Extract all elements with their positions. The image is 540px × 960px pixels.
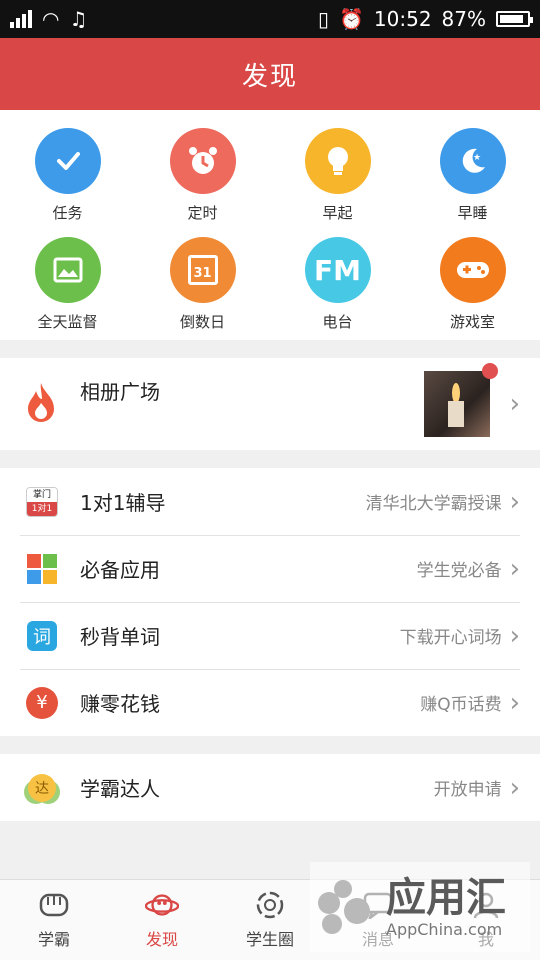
- list-item-apps[interactable]: 必备应用 学生党必备 ›: [0, 535, 540, 602]
- grid-item-timer[interactable]: 定时: [135, 128, 270, 223]
- calendar-day: 31: [187, 255, 218, 285]
- zhangmen-bottom: 1对1: [27, 501, 57, 516]
- image-icon: [34, 237, 101, 303]
- chevron-right-icon: ›: [509, 620, 520, 651]
- album-square-row[interactable]: 相册广场 ›: [0, 358, 540, 450]
- svg-text:★: ★: [473, 153, 481, 163]
- tab-label: 学霸: [37, 930, 70, 949]
- yuan-icon: ¥: [26, 686, 58, 719]
- calendar-icon: 31: [169, 237, 236, 303]
- grid-item-gameroom[interactable]: 游戏室: [405, 237, 540, 332]
- grid-item-task[interactable]: 任务: [0, 128, 135, 223]
- list-item-label: 学霸达人: [80, 777, 160, 801]
- list-item-earn[interactable]: ¥ 赚零花钱 赚Q币话费 ›: [0, 669, 540, 736]
- watermark-title: 应用汇: [386, 874, 506, 921]
- grid-item-supervise[interactable]: 全天监督: [0, 237, 135, 332]
- tab-label: 发现: [145, 930, 178, 949]
- grid-label: 早睡: [457, 204, 488, 222]
- words-icon: 词: [26, 620, 58, 652]
- signal-icon: [10, 10, 32, 28]
- grid-label: 全天监督: [37, 313, 98, 331]
- music-icon: ♫: [69, 7, 88, 31]
- album-thumbnail: [423, 363, 498, 437]
- grid-item-radio[interactable]: FM 电台: [270, 237, 405, 332]
- gamepad-icon: [439, 237, 506, 303]
- lightbulb-icon: [304, 128, 371, 194]
- badge-char: 达: [28, 773, 56, 802]
- list-item-sub: 下载开心词场: [399, 628, 502, 648]
- list-item-words[interactable]: 词 秒背单词 下载开心词场 ›: [0, 602, 540, 669]
- vibrate-icon: ▯: [317, 7, 329, 31]
- tab-label: 学生圈: [245, 930, 294, 949]
- alarm-icon: ⏰: [339, 7, 364, 31]
- grid-label: 游戏室: [449, 313, 495, 331]
- appchina-watermark: 应用汇 AppChina.com: [310, 862, 530, 952]
- check-icon: [34, 128, 101, 194]
- grid-label: 早起: [322, 204, 353, 222]
- list-item-label: 1对1辅导: [80, 491, 166, 515]
- grid-item-sleep[interactable]: ★ 早睡: [405, 128, 540, 223]
- services-list: 掌门 1对1 1对1辅导 清华北大学霸授课 › 必备应用 学生党必备 › 词 秒…: [0, 468, 540, 736]
- status-time: 10:52: [373, 7, 432, 31]
- chevron-right-icon: ›: [509, 389, 520, 419]
- wifi-icon: ◠: [42, 7, 60, 31]
- zhangmen-icon: 掌门 1对1: [26, 486, 58, 518]
- grid-label: 定时: [187, 204, 218, 222]
- yuan-char: ¥: [26, 686, 58, 719]
- status-bar: ◠ ♫ ▯ ⏰ 10:52 87%: [0, 0, 540, 38]
- experts-list: 达 学霸达人 开放申请 ›: [0, 754, 540, 821]
- fm-icon: FM: [304, 237, 371, 303]
- grid-label: 任务: [52, 204, 83, 222]
- list-item-sub: 赚Q币话费: [420, 695, 502, 715]
- feature-grid: 任务 定时 早起 ★ 早睡 全天监督 31 倒数日 FM 电台 游戏室: [0, 110, 540, 340]
- tab-student-circle[interactable]: 学生圈: [216, 880, 324, 960]
- chevron-right-icon: ›: [509, 772, 520, 803]
- album-title: 相册广场: [80, 380, 160, 404]
- battery-percent: 87%: [441, 7, 486, 31]
- grid-label: 电台: [322, 313, 353, 331]
- grid-label: 倒数日: [179, 313, 225, 331]
- grid-item-countdown[interactable]: 31 倒数日: [135, 237, 270, 332]
- watermark-url: AppChina.com: [386, 919, 503, 939]
- list-item-sub: 清华北大学霸授课: [365, 494, 502, 514]
- badge-icon: 达: [26, 772, 58, 804]
- album-section: 相册广场 ›: [0, 358, 540, 450]
- list-item-label: 秒背单词: [80, 625, 160, 649]
- chevron-right-icon: ›: [509, 687, 520, 718]
- grid-item-wake[interactable]: 早起: [270, 128, 405, 223]
- chevron-right-icon: ›: [509, 486, 520, 517]
- notification-dot: [481, 363, 498, 379]
- fist-icon: [37, 890, 71, 920]
- moon-icon: ★: [439, 128, 506, 194]
- apps-grid-icon: [26, 553, 58, 585]
- fm-text: FM: [314, 253, 361, 287]
- zhangmen-top: 掌门: [27, 487, 57, 502]
- appchina-logo-icon: [310, 872, 380, 942]
- chevron-right-icon: ›: [509, 553, 520, 584]
- planet-icon: [145, 890, 179, 920]
- list-item-experts[interactable]: 达 学霸达人 开放申请 ›: [0, 754, 540, 821]
- list-item-tutoring[interactable]: 掌门 1对1 1对1辅导 清华北大学霸授课 ›: [0, 468, 540, 535]
- list-item-sub: 学生党必备: [416, 561, 502, 581]
- list-item-label: 赚零花钱: [80, 692, 160, 716]
- tab-discover[interactable]: 发现: [108, 880, 216, 960]
- circle-icon: [253, 890, 287, 920]
- tab-xueba[interactable]: 学霸: [0, 880, 108, 960]
- fire-icon: [24, 381, 58, 427]
- battery-icon: [496, 11, 533, 27]
- page-header: 发现: [0, 38, 540, 110]
- page-title: 发现: [241, 61, 298, 92]
- alarm-clock-icon: [169, 128, 236, 194]
- words-char: 词: [27, 620, 57, 651]
- list-item-sub: 开放申请: [433, 780, 502, 800]
- list-item-label: 必备应用: [80, 558, 160, 582]
